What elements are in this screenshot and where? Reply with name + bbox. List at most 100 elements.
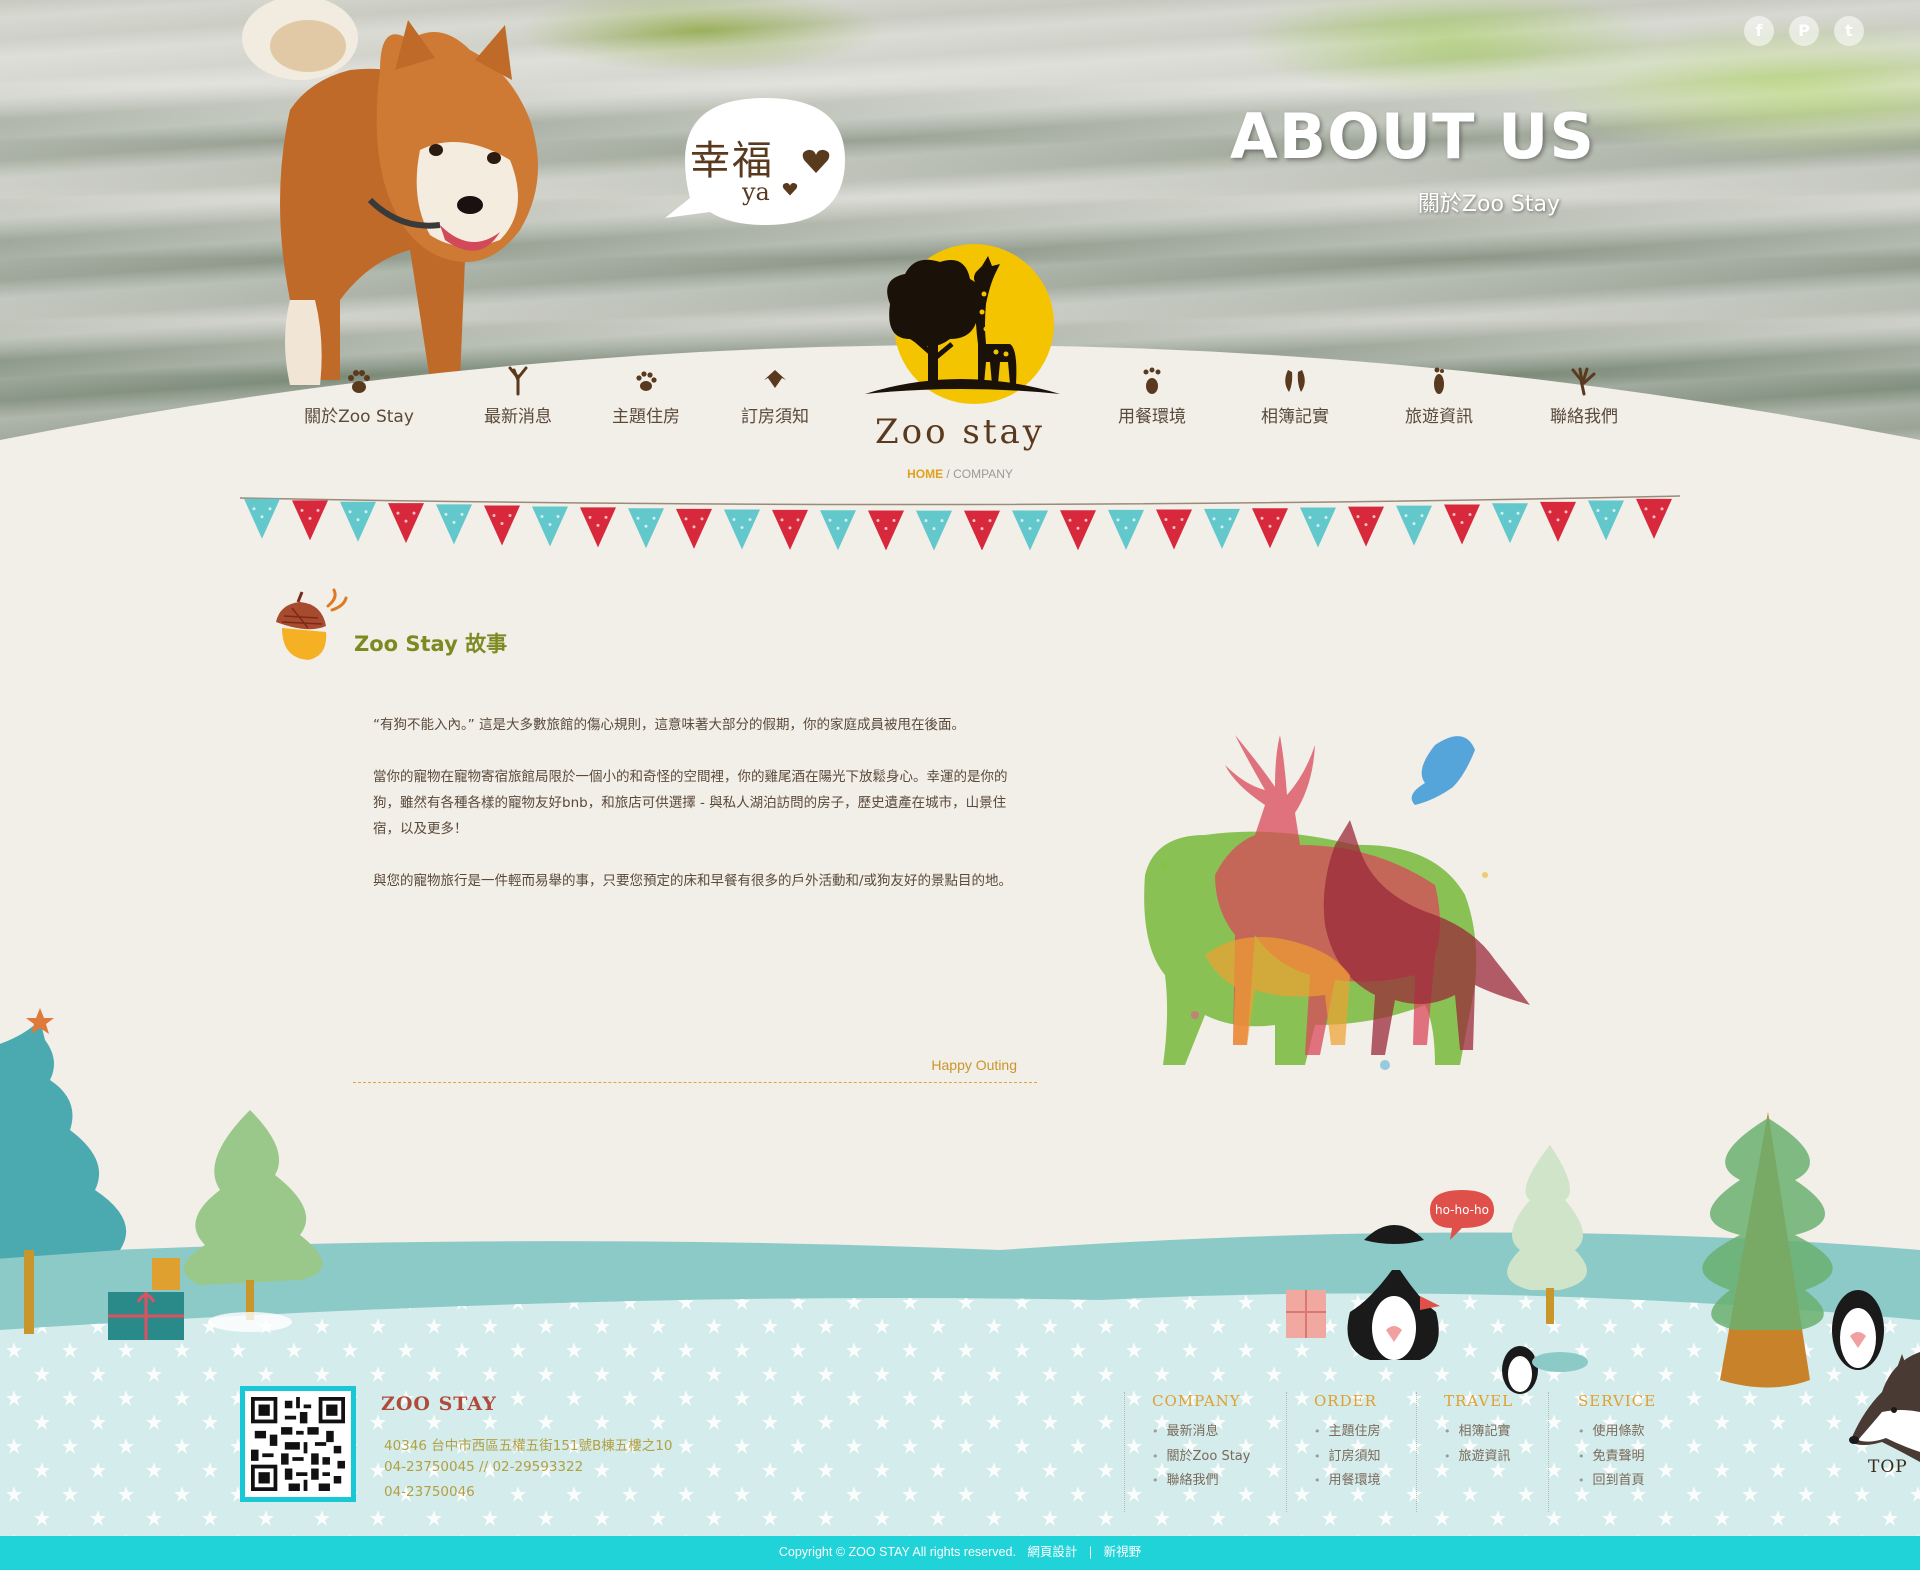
bubble-sub-text: ya <box>742 178 770 206</box>
footer-link[interactable]: 最新消息 <box>1152 1420 1250 1445</box>
bunting-flags <box>240 495 1680 550</box>
bunting-dot <box>892 518 896 522</box>
bunting-dot <box>348 510 352 514</box>
bunting-dot <box>1084 518 1088 522</box>
bunting-flag <box>820 510 856 550</box>
bunting-dot <box>940 519 944 523</box>
bunting-flag <box>1060 510 1096 550</box>
bunting-dot <box>700 517 704 521</box>
bunting-dot <box>972 519 976 523</box>
bunting-dot <box>308 516 312 520</box>
bunting-dot <box>644 524 648 528</box>
footer-link[interactable]: 免責聲明 <box>1578 1445 1656 1470</box>
bunting-flag <box>676 508 712 549</box>
zoo-stay-logo[interactable] <box>860 244 1060 419</box>
copyright-separator: | <box>1088 1545 1093 1559</box>
bunting-dot <box>1268 524 1272 528</box>
footer-link[interactable]: 用餐環境 <box>1314 1469 1381 1494</box>
bunting-dot <box>492 514 496 518</box>
bunting-flag <box>1156 509 1192 550</box>
bunting-dot <box>1132 518 1136 522</box>
footer-link[interactable]: 訂房須知 <box>1314 1445 1381 1470</box>
bunting-dot <box>1420 514 1424 518</box>
nav-rooms[interactable]: 主題住房 <box>581 366 711 427</box>
duck-foot-icon <box>764 370 786 388</box>
nav-label: 相簿記實 <box>1261 407 1329 427</box>
facebook-icon[interactable]: f <box>1744 16 1774 46</box>
bunting-dot <box>1308 515 1312 519</box>
bunting-flag <box>580 507 616 548</box>
footer-col-heading: TRAVEL <box>1444 1392 1514 1410</box>
qr-code[interactable] <box>240 1386 356 1502</box>
bunting-dot <box>1028 526 1032 530</box>
bunting-flag <box>1492 503 1528 544</box>
nav-album[interactable]: 相簿記實 <box>1230 366 1360 427</box>
bunting-dot <box>1468 512 1472 516</box>
bunting-dot <box>1556 518 1560 522</box>
bunting-dot <box>412 511 416 515</box>
web-design-link[interactable]: 網頁設計 <box>1027 1545 1077 1559</box>
footer-link[interactable]: 聯絡我們 <box>1152 1469 1250 1494</box>
plurk-icon[interactable]: P <box>1789 16 1819 46</box>
qr-code-image <box>251 1397 345 1491</box>
nav-about[interactable]: 關於Zoo Stay <box>294 366 424 427</box>
nav-news[interactable]: 最新消息 <box>453 366 583 427</box>
nav-contact[interactable]: 聯絡我們 <box>1519 366 1649 427</box>
section-title: Zoo Stay 故事 <box>354 632 508 656</box>
bunting-flag <box>1348 506 1384 547</box>
bunting-flag <box>1588 500 1624 541</box>
bunting-dot <box>1124 526 1128 530</box>
heart-small-icon <box>782 183 798 196</box>
bunting-dot <box>252 507 256 511</box>
bunting-dot <box>1068 518 1072 522</box>
footer-col-company: COMPANY 最新消息 關於Zoo Stay 聯絡我們 <box>1152 1392 1250 1494</box>
bunting-dot <box>876 518 880 522</box>
story-paragraph-2: 當你的寵物在寵物寄宿旅館局限於一個小的和奇怪的空間裡，你的雞尾酒在陽光下放鬆身心… <box>373 769 1008 837</box>
claw-icon <box>1571 367 1596 396</box>
bunting-dot <box>356 518 360 522</box>
bunting-dot <box>1324 515 1328 519</box>
bunting-dot <box>596 523 600 527</box>
bunting-dot <box>1228 517 1232 521</box>
bunting-dot <box>1516 511 1520 515</box>
bunting-dot <box>300 508 304 512</box>
bunting-dot <box>980 527 984 531</box>
footer-link[interactable]: 相簿記實 <box>1444 1420 1513 1445</box>
nav-travel[interactable]: 旅遊資訊 <box>1374 366 1504 427</box>
nav-dining[interactable]: 用餐環境 <box>1087 366 1217 427</box>
bunting-dot <box>1020 518 1024 522</box>
footer-link[interactable]: 使用條款 <box>1578 1420 1656 1445</box>
bunting-flag <box>1204 508 1240 549</box>
bunting-dot <box>404 519 408 523</box>
designer-link[interactable]: 新視野 <box>1104 1545 1142 1559</box>
bunting-dot <box>460 512 464 516</box>
bird-foot-icon <box>508 366 528 396</box>
bunting-dot <box>1548 510 1552 514</box>
footer-link[interactable]: 主題住房 <box>1314 1420 1381 1445</box>
breadcrumb-home-link[interactable]: HOME <box>907 467 943 481</box>
bunting-dot <box>1164 517 1168 521</box>
footer-col-order: ORDER 主題住房 訂房須知 用餐環境 <box>1314 1392 1381 1494</box>
heart-icon <box>802 149 830 173</box>
back-to-top-label[interactable]: TOP <box>1868 1457 1908 1477</box>
footer-tel: 04-23750045 // 02-29593322 <box>384 1459 584 1475</box>
bunting-dot <box>556 515 560 519</box>
bunting-dot <box>1412 522 1416 526</box>
bunting-flag <box>868 510 904 550</box>
bunting-dot <box>1036 518 1040 522</box>
nav-booking[interactable]: 訂房須知 <box>710 366 840 427</box>
bunting-dot <box>1508 519 1512 523</box>
logo-text[interactable]: Zoo stay <box>860 412 1060 452</box>
bunting-flag <box>484 505 520 546</box>
bunting-dot <box>924 519 928 523</box>
footer-col-travel: TRAVEL 相簿記實 旅遊資訊 <box>1444 1392 1513 1469</box>
twitter-icon[interactable]: t <box>1834 16 1864 46</box>
bunting-flag <box>1300 507 1336 548</box>
footer-link[interactable]: 關於Zoo Stay <box>1152 1445 1251 1470</box>
bunting-dot <box>988 519 992 523</box>
footer-link[interactable]: 回到首頁 <box>1578 1469 1656 1494</box>
breadcrumb-current: COMPANY <box>953 467 1013 481</box>
acorn-icon <box>276 588 348 660</box>
footer-link[interactable]: 旅遊資訊 <box>1444 1445 1513 1470</box>
bunting-dot <box>548 523 552 527</box>
